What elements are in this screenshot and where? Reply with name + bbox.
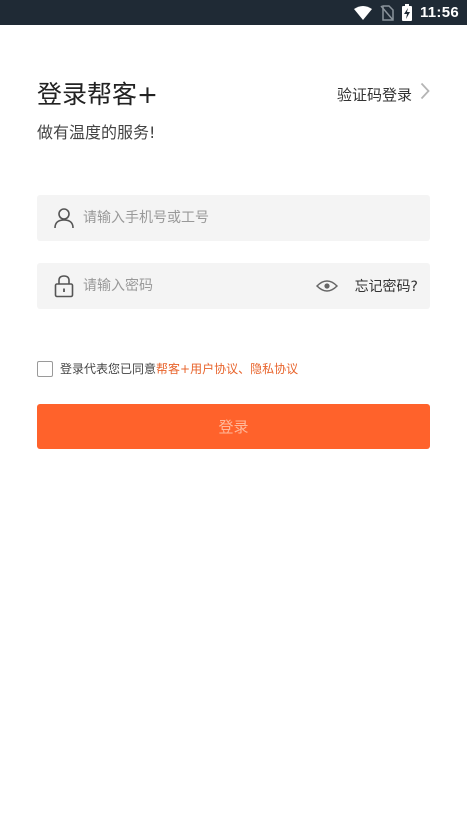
wifi-icon <box>353 5 372 20</box>
user-icon <box>51 205 77 231</box>
sms-code-login-label: 验证码登录 <box>336 86 412 104</box>
page-subtitle: 做有温度的服务! <box>37 123 156 142</box>
page-title: 登录帮客+ <box>37 80 158 109</box>
user-agreement-link[interactable]: 帮客+用户协议 <box>156 360 238 378</box>
no-sim-icon <box>380 4 394 21</box>
username-field <box>37 195 430 241</box>
privacy-policy-link[interactable]: 隐私协议 <box>250 360 298 378</box>
agreement-prefix: 登录代表您已同意 <box>60 362 157 376</box>
login-header: 登录帮客+ 验证码登录 <box>37 78 430 112</box>
chevron-right-icon <box>420 82 430 108</box>
agreement-row: 登录代表您已同意 帮客+用户协议 、 隐私协议 <box>37 360 298 378</box>
agreement-separator: 、 <box>238 362 251 376</box>
password-field: 忘记密码? <box>37 263 430 309</box>
username-input[interactable] <box>83 195 430 241</box>
password-input[interactable] <box>83 263 315 309</box>
agreement-checkbox[interactable] <box>37 361 53 377</box>
status-bar: 11:56 <box>0 0 467 25</box>
sms-code-login-link[interactable]: 验证码登录 <box>337 82 430 108</box>
battery-charging-icon <box>401 4 412 21</box>
eye-icon[interactable] <box>315 274 339 298</box>
status-time: 11:56 <box>419 4 459 21</box>
forgot-password-link[interactable]: 忘记密码? <box>355 276 418 296</box>
login-button[interactable]: 登录 <box>37 404 430 449</box>
lock-icon <box>51 273 77 299</box>
